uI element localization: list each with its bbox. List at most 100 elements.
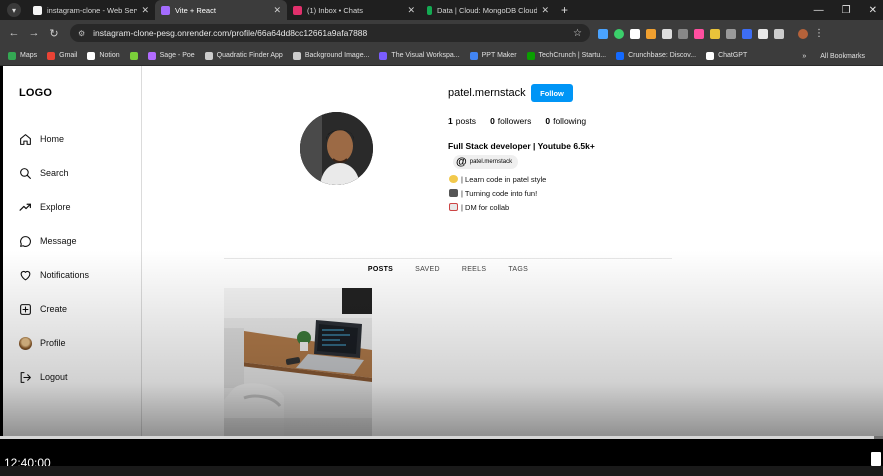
sidebar-item-notifications[interactable]: Notifications <box>19 267 89 283</box>
extension-icon[interactable] <box>710 28 720 39</box>
browser-tab-active[interactable]: Vite + React ✕ <box>155 0 287 20</box>
bookmark-label: TechCrunch | Startu... <box>538 52 607 59</box>
following-label: following <box>553 116 587 126</box>
bookmarks-right: » All Bookmarks <box>802 46 865 66</box>
captions-icon[interactable] <box>871 452 881 466</box>
browser-menu-icon[interactable]: ⋮ <box>814 28 824 39</box>
trending-icon <box>19 203 31 211</box>
threads-handle: patel.mernstack <box>469 159 513 165</box>
follow-button[interactable]: Follow <box>531 84 573 102</box>
bookmark-favicon-icon <box>8 51 16 60</box>
minimize-icon[interactable]: — <box>814 5 824 16</box>
bookmark-star-icon[interactable]: ☆ <box>573 28 582 39</box>
tab-title: (1) Inbox • Chats <box>307 5 363 15</box>
os-taskbar <box>0 466 883 476</box>
new-tab-icon[interactable]: + <box>561 3 568 17</box>
tab-posts[interactable]: POSTS <box>368 266 393 273</box>
bookmark-item[interactable]: Background Image... <box>292 51 370 60</box>
url-input[interactable]: ⚙ instagram-clone-pesg.onrender.com/prof… <box>70 24 590 42</box>
more-bookmarks-icon[interactable]: » <box>802 53 806 60</box>
tab-saved[interactable]: SAVED <box>415 266 440 273</box>
bookmark-favicon-icon <box>616 51 625 60</box>
bookmark-favicon-icon <box>47 51 56 60</box>
bookmark-favicon-icon <box>379 51 388 60</box>
tab-close-icon[interactable]: ✕ <box>273 5 281 16</box>
close-window-icon[interactable]: ✕ <box>869 5 877 16</box>
tab-reels[interactable]: REELS <box>462 266 486 273</box>
tab-close-icon[interactable]: ✕ <box>141 5 149 16</box>
search-icon <box>20 167 31 179</box>
bookmark-item[interactable]: Sage - Poe <box>147 51 195 60</box>
bookmark-label: Maps <box>20 52 38 59</box>
extension-icon[interactable] <box>646 28 656 39</box>
sidebar-item-profile[interactable]: Profile <box>19 335 66 351</box>
sidebar-item-home[interactable]: Home <box>19 131 64 147</box>
forward-icon[interactable]: → <box>24 27 44 39</box>
tab-tags[interactable]: TAGS <box>508 266 528 273</box>
bookmark-label: ChatGPT <box>718 52 748 59</box>
threads-badge[interactable]: @ patel.mernstack <box>453 155 519 169</box>
all-bookmarks-link[interactable]: All Bookmarks <box>820 53 865 60</box>
extension-icon[interactable] <box>678 28 688 39</box>
browser-tab[interactable]: (1) Inbox • Chats ✕ <box>287 0 421 20</box>
browser-tab[interactable]: instagram-clone - Web Service ✕ <box>27 0 155 20</box>
profile-stats: 1 posts 0 followers 0 following <box>448 116 586 126</box>
bookmark-item[interactable]: PPT Maker <box>469 51 517 60</box>
bookmark-item[interactable]: The Visual Workspa... <box>379 51 460 60</box>
tab-close-icon[interactable]: ✕ <box>541 5 549 16</box>
profile-avatar-icon[interactable] <box>798 28 808 39</box>
tab-close-icon[interactable]: ✕ <box>407 5 415 16</box>
posts-stat: 1 posts <box>448 116 476 126</box>
browser-tab[interactable]: Data | Cloud: MongoDB Cloud ✕ <box>421 0 555 20</box>
message-icon <box>20 235 31 247</box>
bookmark-favicon-icon <box>129 51 138 60</box>
post-thumbnail[interactable] <box>224 288 372 436</box>
bookmark-item[interactable]: Notion <box>87 51 120 60</box>
extensions-puzzle-icon[interactable] <box>758 28 768 39</box>
back-icon[interactable]: ← <box>4 27 24 39</box>
bookmark-item[interactable]: ChatGPT <box>706 51 748 60</box>
bookmarks-bar: Maps Gmail Notion Sage - Poe Quadratic Finde… <box>0 46 883 66</box>
sidebar-item-message[interactable]: Message <box>19 233 77 249</box>
post-image <box>224 288 372 436</box>
following-stat[interactable]: 0 following <box>545 116 586 126</box>
posts-label: posts <box>455 116 477 126</box>
home-icon <box>20 133 31 145</box>
bookmark-item[interactable]: TechCrunch | Startu... <box>526 51 607 60</box>
bookmark-label: Background Image... <box>304 52 370 59</box>
bookmark-favicon-icon <box>469 51 478 60</box>
sidebar-item-search[interactable]: Search <box>19 165 69 181</box>
followers-stat[interactable]: 0 followers <box>490 116 531 126</box>
bookmark-favicon-icon <box>204 51 213 60</box>
bookmark-item[interactable]: Crunchbase: Discov... <box>616 51 696 60</box>
site-info-icon[interactable]: ⚙ <box>78 29 85 38</box>
bookmark-item[interactable]: Gmail <box>47 51 77 60</box>
extension-icon[interactable] <box>726 28 736 39</box>
reload-icon[interactable]: ↻ <box>44 27 64 40</box>
extension-icon[interactable] <box>662 28 672 39</box>
followers-label: followers <box>497 116 532 126</box>
tab-search-icon[interactable]: ▾ <box>7 3 21 17</box>
bookmark-item[interactable]: Maps <box>8 51 38 60</box>
sidebar-item-explore[interactable]: Explore <box>19 199 71 215</box>
extensions-row: ⋮ <box>598 28 824 39</box>
plus-square-icon <box>20 303 31 315</box>
extension-icon[interactable] <box>630 28 640 39</box>
extension-icon[interactable] <box>614 28 624 39</box>
bio-title: Full Stack developer | Youtube 6.5k+ <box>448 141 595 151</box>
downloads-icon[interactable] <box>774 28 784 39</box>
bio-line-text: | Learn code in patel style <box>461 175 547 184</box>
bookmark-item[interactable] <box>129 51 138 60</box>
tab-favicon-icon <box>33 5 42 15</box>
extension-icon[interactable] <box>694 28 704 39</box>
following-count: 0 <box>545 116 551 126</box>
hand-emoji-icon <box>449 175 458 183</box>
bookmark-item[interactable]: Quadratic Finder App <box>204 51 283 60</box>
extension-icon[interactable] <box>598 28 608 39</box>
sidebar-item-create[interactable]: Create <box>19 301 67 317</box>
extension-icon[interactable] <box>742 28 752 39</box>
sidebar-item-logout[interactable]: Logout <box>19 369 68 385</box>
bookmark-favicon-icon <box>147 51 156 60</box>
video-progress-bar[interactable] <box>0 436 883 439</box>
restore-icon[interactable]: ❐ <box>842 5 851 16</box>
